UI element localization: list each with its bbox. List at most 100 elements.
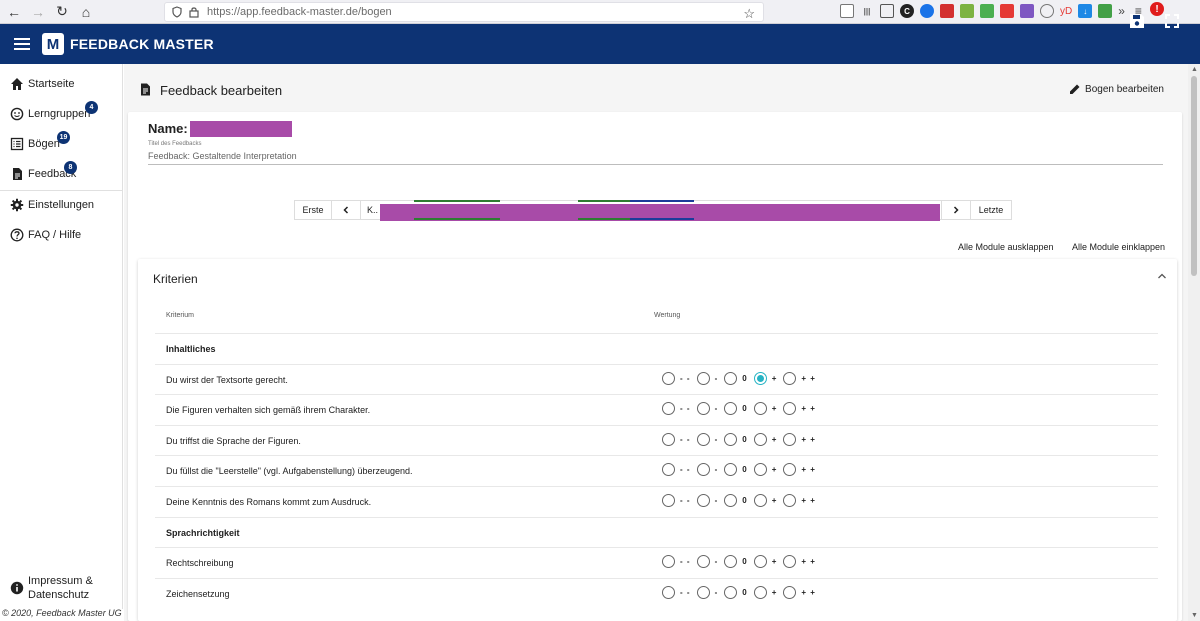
page-scrollbar[interactable]: ▲ ▼ (1188, 64, 1200, 621)
rating-radio[interactable] (724, 494, 738, 507)
gear-icon (10, 198, 24, 212)
reload-icon[interactable]: ↻ (52, 2, 72, 22)
sidebar-item-startseite[interactable]: Startseite (0, 69, 123, 99)
rating-radio[interactable] (783, 494, 797, 507)
rating-radio[interactable] (753, 586, 767, 599)
rating-radio[interactable] (753, 433, 767, 446)
sidebar-item-einstellungen[interactable]: Einstellungen (0, 190, 123, 220)
rating-radio[interactable] (783, 372, 797, 385)
rating-radio[interactable] (783, 433, 797, 446)
rating-radio[interactable] (696, 494, 710, 507)
rating-radio[interactable] (662, 433, 675, 446)
rating-radio[interactable] (662, 402, 675, 415)
rating-radio[interactable] (724, 555, 738, 568)
scroll-up-icon[interactable]: ▲ (1191, 66, 1198, 73)
fullscreen-icon[interactable] (1164, 13, 1180, 29)
scroll-down-icon[interactable]: ▼ (1191, 612, 1198, 619)
criterion-text: Die Figuren verhalten sich gemäß ihrem C… (166, 405, 371, 415)
rating-radio[interactable] (783, 402, 797, 415)
lerngruppen-count-badge: 4 (85, 101, 98, 114)
rating-radio[interactable] (753, 494, 767, 507)
sidebar-item-lerngruppen[interactable]: Lerngruppen (0, 99, 123, 129)
column-header-rating: Wertung (654, 312, 681, 319)
app-title: FEEDBACK MASTER (70, 36, 214, 52)
home-icon[interactable]: ⌂ (76, 2, 96, 22)
rating-radio[interactable] (662, 555, 675, 568)
criterion-text: Du triffst die Sprache der Figuren. (166, 436, 301, 446)
boegen-count-badge: 19 (57, 131, 70, 144)
url-text: https://app.feedback-master.de/bogen (207, 6, 392, 18)
rating-label: + + (801, 496, 816, 505)
scroll-thumb[interactable] (1191, 76, 1197, 276)
rating-label: + + (801, 557, 816, 566)
rating-radio[interactable] (724, 372, 738, 385)
smiley-icon (10, 107, 24, 121)
chevron-up-icon[interactable] (1157, 271, 1167, 281)
rating-radio[interactable] (662, 372, 675, 385)
rating-radio[interactable] (724, 433, 738, 446)
pager-next-button[interactable] (941, 200, 971, 220)
back-icon[interactable]: ← (4, 2, 24, 22)
rating-radio[interactable] (753, 402, 767, 415)
sidebar-icon[interactable] (880, 4, 894, 18)
impressum-link[interactable]: Impressum & Datenschutz (10, 574, 93, 602)
rating-radio[interactable] (753, 463, 767, 476)
rating-radio[interactable] (724, 463, 738, 476)
rating-label: + (771, 588, 778, 597)
youtube-icon[interactable] (1000, 4, 1014, 18)
extension-purple-icon[interactable] (1020, 4, 1034, 18)
rating-radio[interactable] (724, 402, 738, 415)
rating-label: - (714, 496, 719, 505)
rating-group: - - - 0 + + + (662, 372, 822, 385)
extension-green-icon[interactable] (960, 4, 974, 18)
pocket-icon[interactable] (840, 4, 854, 18)
rating-radio[interactable] (783, 463, 797, 476)
expand-all-modules-button[interactable]: Alle Module ausklappen (958, 242, 1054, 252)
library-icon[interactable]: ||| (860, 4, 874, 18)
rating-radio[interactable] (696, 402, 710, 415)
forward-icon[interactable]: → (28, 2, 48, 22)
bookmark-star-icon[interactable]: ☆ (743, 6, 755, 22)
rating-label: - - (680, 404, 691, 413)
pager-first-button[interactable]: Erste (294, 200, 332, 220)
title-field-input[interactable]: Feedback: Gestaltende Interpretation (148, 151, 297, 161)
address-bar[interactable]: https://app.feedback-master.de/bogen ☆ (164, 2, 764, 22)
save-icon[interactable] (1128, 12, 1146, 30)
globe-icon[interactable] (1040, 4, 1054, 18)
extension-blue-icon[interactable] (920, 4, 934, 18)
rating-label: + (771, 557, 778, 566)
pager-prev-button[interactable] (331, 200, 361, 220)
rating-radio[interactable] (662, 494, 675, 507)
extension-yd-label[interactable]: yD (1060, 6, 1072, 17)
rating-radio[interactable] (662, 586, 675, 599)
extension-red-icon[interactable] (940, 4, 954, 18)
overflow-chevron-icon[interactable]: » (1118, 4, 1125, 18)
rating-radio[interactable] (696, 586, 710, 599)
rating-radio[interactable] (696, 372, 710, 385)
rating-radio[interactable] (662, 463, 675, 476)
browser-toolbar: ← → ↻ ⌂ https://app.feedback-master.de/b… (0, 0, 1200, 24)
rating-radio[interactable] (696, 463, 710, 476)
collapse-all-modules-button[interactable]: Alle Module einklappen (1072, 242, 1165, 252)
rating-radio[interactable] (696, 433, 710, 446)
module-title: Kriterien (153, 272, 198, 286)
edit-sheet-button[interactable]: Bogen bearbeiten (1069, 83, 1164, 95)
sidebar-item-feedback[interactable]: Feedback (0, 159, 123, 189)
rating-radio[interactable] (783, 555, 797, 568)
download-icon[interactable]: ↓ (1078, 4, 1093, 18)
extension-c-icon[interactable]: C (900, 4, 914, 18)
rating-radio[interactable] (696, 555, 710, 568)
rating-radio[interactable] (753, 555, 767, 568)
rating-radio[interactable] (783, 586, 797, 599)
menu-icon[interactable] (14, 38, 30, 50)
pager-last-button[interactable]: Letzte (970, 200, 1012, 220)
rating-radio[interactable] (753, 372, 767, 385)
rating-radio[interactable] (724, 586, 738, 599)
extension-android-icon[interactable] (980, 4, 994, 18)
sidebar: Startseite Lerngruppen 4 Bögen 19 Feedba… (0, 64, 123, 609)
sidebar-item-faq[interactable]: FAQ / Hilfe (0, 220, 123, 250)
pager-tab-indicator (414, 218, 500, 220)
row-divider (155, 517, 1158, 518)
extension-green2-icon[interactable] (1098, 4, 1113, 18)
pager-tab-indicator (578, 218, 630, 220)
